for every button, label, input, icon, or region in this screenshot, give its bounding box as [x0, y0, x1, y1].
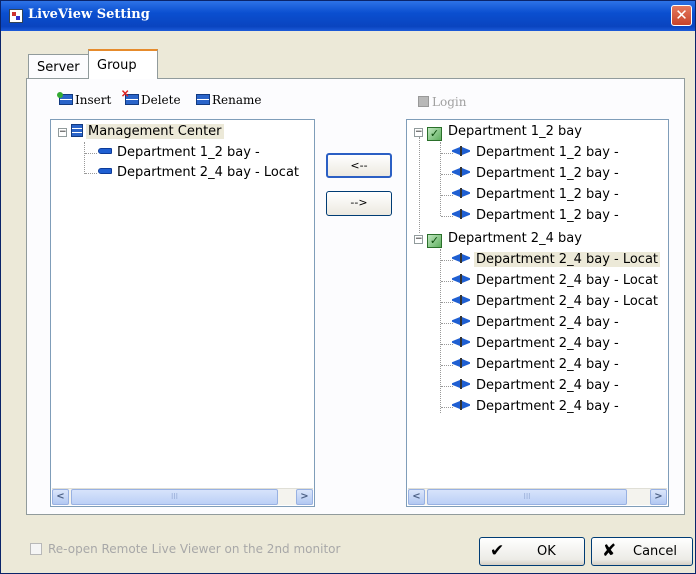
- tree-item[interactable]: Department 2_4 bay -: [451, 334, 621, 354]
- tree-item[interactable]: Department 2_4 bay - Locat: [451, 271, 660, 291]
- scroll-thumb[interactable]: III: [71, 489, 278, 505]
- collapse-icon[interactable]: −: [414, 235, 423, 244]
- tree-item[interactable]: Department 2_4 bay -: [451, 313, 621, 333]
- tree-item[interactable]: Department 1_2 bay -: [451, 206, 621, 226]
- speaker-icon: [451, 253, 471, 263]
- tree-item[interactable]: Department 2_4 bay -: [451, 355, 621, 375]
- camera-icon: [98, 148, 112, 154]
- cancel-label: Cancel: [633, 544, 678, 559]
- speaker-icon: [451, 188, 471, 198]
- server-icon: [71, 124, 83, 137]
- rename-label: Rename: [212, 93, 262, 107]
- scroll-left-button[interactable]: <: [408, 489, 425, 505]
- delete-label: Delete: [141, 93, 181, 107]
- ok-button[interactable]: ✔ OK: [479, 537, 585, 566]
- tree-item[interactable]: Department 1_2 bay -: [451, 143, 621, 163]
- insert-icon: [57, 92, 73, 105]
- ok-label: OK: [537, 544, 556, 559]
- checkbox-checked-icon[interactable]: ✓: [427, 127, 442, 141]
- reopen-second-monitor-checkbox[interactable]: Re-open Remote Live Viewer on the 2nd mo…: [30, 542, 340, 556]
- tree-group-department-1-2[interactable]: ✓ Department 1_2 bay: [427, 122, 584, 142]
- close-icon: ✕: [675, 6, 688, 24]
- rename-button[interactable]: Rename: [196, 93, 262, 107]
- speaker-icon: [451, 274, 471, 284]
- app-icon: [9, 9, 23, 23]
- speaker-icon: [451, 316, 471, 326]
- left-horizontal-scrollbar[interactable]: < III >: [52, 488, 313, 505]
- cross-icon: ✘: [602, 541, 617, 561]
- speaker-icon: [451, 295, 471, 305]
- delete-icon: [121, 89, 139, 105]
- move-left-button[interactable]: <--: [326, 153, 392, 178]
- tree-group-department-2-4[interactable]: ✓ Department 2_4 bay: [427, 229, 584, 249]
- tree-root-management-center[interactable]: Management Center: [71, 122, 224, 142]
- collapse-icon[interactable]: −: [414, 128, 423, 137]
- tree-item[interactable]: Department 2_4 bay - Locat: [98, 163, 301, 183]
- speaker-icon: [451, 337, 471, 347]
- window-title: LiveView Setting: [28, 7, 150, 22]
- speaker-icon: [451, 167, 471, 177]
- speaker-icon: [451, 209, 471, 219]
- login-label: Login: [432, 95, 467, 109]
- scroll-right-button[interactable]: >: [650, 489, 667, 505]
- right-horizontal-scrollbar[interactable]: < III >: [408, 488, 667, 505]
- scroll-right-button[interactable]: >: [296, 489, 313, 505]
- insert-button[interactable]: Insert: [57, 92, 112, 107]
- tree-item[interactable]: Department 1_2 bay -: [451, 164, 621, 184]
- close-button[interactable]: ✕: [671, 5, 692, 26]
- tab-group[interactable]: Group: [88, 49, 158, 79]
- tree-item[interactable]: Department 1_2 bay -: [451, 185, 621, 205]
- tree-item[interactable]: Department 2_4 bay - Locat: [451, 292, 660, 312]
- liveview-setting-window: LiveView Setting ✕ Server Group Insert D…: [0, 0, 696, 574]
- login-icon: [418, 96, 429, 107]
- scroll-left-button[interactable]: <: [52, 489, 69, 505]
- server-tree[interactable]: − Management Center Department 1_2 bay -…: [50, 119, 315, 507]
- speaker-icon: [451, 146, 471, 156]
- title-bar[interactable]: LiveView Setting ✕: [1, 1, 695, 31]
- liveview-group-tree[interactable]: − ✓ Department 1_2 bay Department 1_2 bay…: [406, 119, 669, 507]
- speaker-icon: [451, 358, 471, 368]
- tree-item[interactable]: Department 2_4 bay -: [451, 376, 621, 396]
- speaker-icon: [451, 379, 471, 389]
- checkmark-icon: ✔: [490, 541, 505, 561]
- reopen-label: Re-open Remote Live Viewer on the 2nd mo…: [48, 542, 341, 556]
- tree-item[interactable]: Department 1_2 bay -: [98, 143, 262, 163]
- tree-item-selected[interactable]: Department 2_4 bay - Locat: [451, 250, 661, 270]
- tree-item[interactable]: Department 2_4 bay -: [451, 397, 621, 417]
- speaker-icon: [451, 400, 471, 410]
- tree-node-label: Management Center: [86, 124, 224, 139]
- camera-icon: [98, 168, 112, 174]
- delete-button[interactable]: Delete: [121, 89, 181, 107]
- tab-server[interactable]: Server: [28, 54, 90, 78]
- move-right-button[interactable]: -->: [326, 191, 392, 216]
- collapse-icon[interactable]: −: [58, 128, 67, 137]
- rename-icon: [196, 94, 210, 105]
- scroll-thumb[interactable]: III: [427, 489, 627, 505]
- login-button[interactable]: Login: [418, 95, 466, 109]
- cancel-button[interactable]: ✘ Cancel: [591, 537, 693, 566]
- checkbox-checked-icon[interactable]: ✓: [427, 234, 442, 248]
- insert-label: Insert: [75, 93, 112, 107]
- checkbox-icon[interactable]: [30, 543, 42, 555]
